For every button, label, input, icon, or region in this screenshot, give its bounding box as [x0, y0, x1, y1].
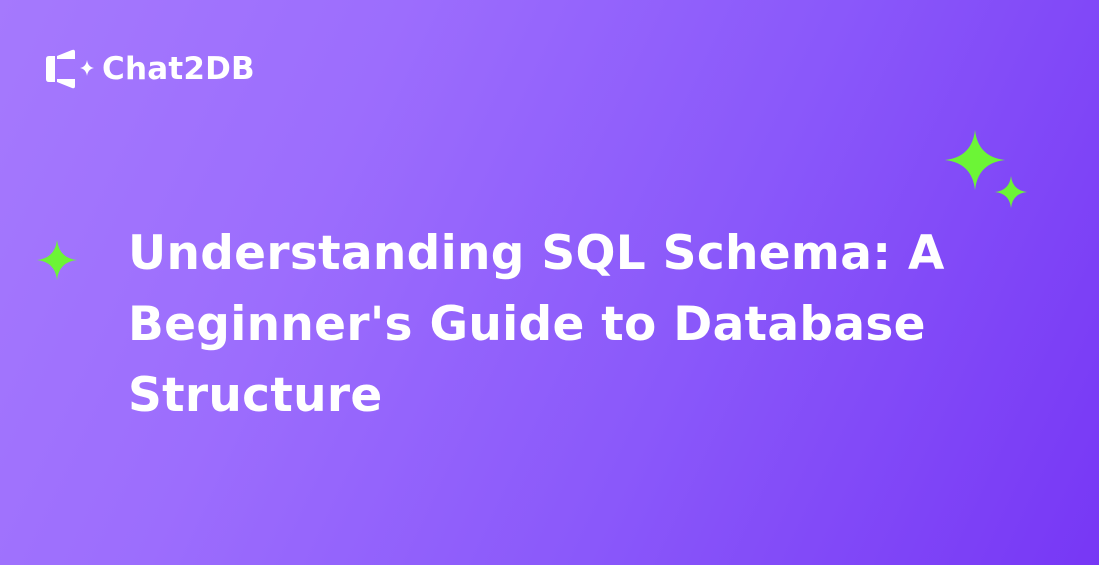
page-title: Understanding SQL Schema: A Beginner's G…: [128, 226, 945, 423]
brand-name: Chat2DB: [102, 51, 255, 87]
brand-logo[interactable]: Chat2DB: [42, 46, 255, 92]
banner: Chat2DB Understanding SQL Schema: A Begi…: [0, 0, 1099, 565]
chat2db-logo-icon: [46, 49, 94, 89]
sparkle-icon: [37, 240, 77, 280]
sparkle-icon: [995, 176, 1027, 208]
